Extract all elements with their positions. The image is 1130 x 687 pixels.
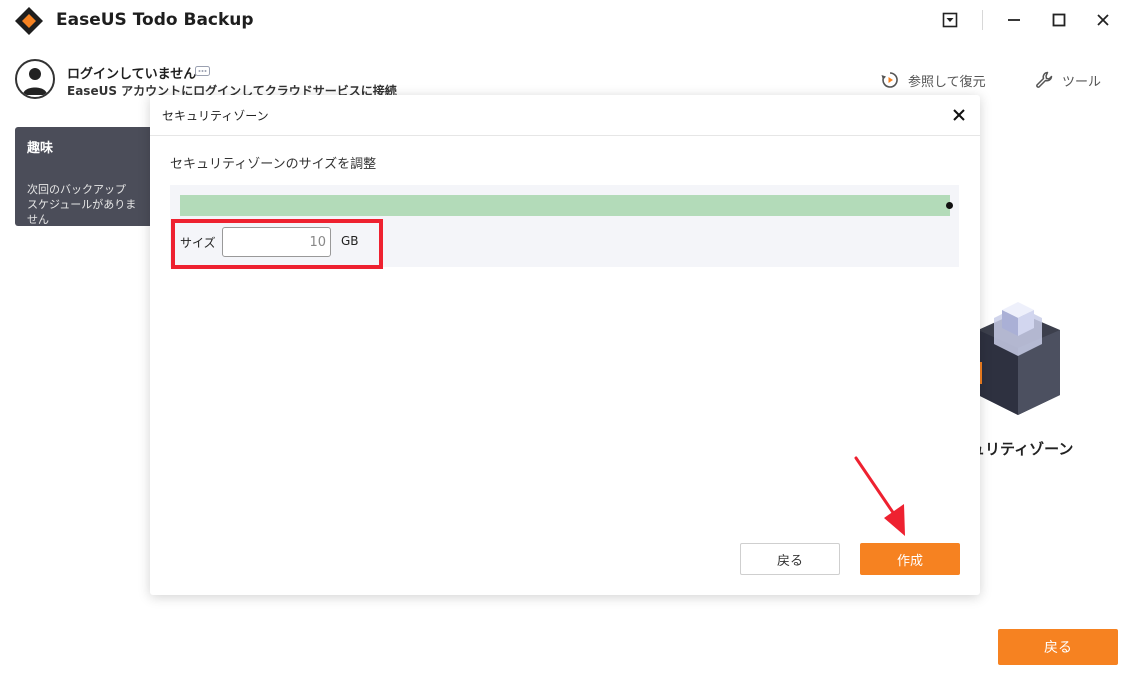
restore-icon (881, 72, 898, 88)
close-icon (1097, 14, 1109, 26)
size-slider-track[interactable] (180, 195, 950, 216)
backup-task-card[interactable]: 趣味 次回のバックアップ スケジュールがありません (15, 127, 155, 226)
create-button[interactable]: 作成 (860, 543, 960, 575)
size-slider-handle[interactable] (946, 202, 953, 209)
browse-restore-label: 参照して復元 (908, 74, 986, 90)
title-separator (982, 10, 983, 30)
login-status[interactable]: ログインしていません (67, 63, 196, 82)
schedule-line-2: スケジュールがありません (27, 198, 137, 226)
avatar[interactable] (15, 59, 55, 99)
user-icon (23, 68, 47, 95)
browse-restore-button[interactable]: 参照して復元 (880, 70, 986, 90)
close-window-button[interactable] (1091, 8, 1115, 32)
menu-dropdown-button[interactable] (938, 8, 962, 32)
dialog-header: セキュリティゾーン (150, 95, 980, 136)
dialog-back-button[interactable]: 戻る (740, 543, 840, 575)
dropdown-icon (942, 12, 958, 28)
maximize-icon (1052, 13, 1066, 27)
annotation-arrow-icon (854, 456, 905, 536)
minimize-icon (1008, 19, 1020, 21)
schedule-line-1: 次回のバックアップ (27, 183, 126, 196)
security-zone-icon (973, 302, 1060, 415)
maximize-button[interactable] (1047, 8, 1071, 32)
tools-button[interactable]: ツール (1034, 70, 1101, 90)
app-title: EaseUS Todo Backup (56, 10, 254, 30)
tools-label: ツール (1062, 74, 1102, 90)
backup-task-title: 趣味 (27, 141, 54, 156)
security-zone-bg-label: ュリティゾーン (970, 440, 1074, 458)
backup-schedule-status: 次回のバックアップ スケジュールがありません (27, 182, 143, 227)
background-back-button[interactable]: 戻る (998, 629, 1118, 665)
chat-icon[interactable] (195, 66, 210, 78)
dialog-subtitle: セキュリティゾーンのサイズを調整 (170, 157, 377, 172)
dialog-close-icon[interactable] (950, 106, 968, 124)
title-bar: EaseUS Todo Backup (0, 0, 1130, 40)
size-highlight-box (171, 219, 383, 269)
dialog-title: セキュリティゾーン (162, 109, 269, 123)
wrench-icon (1036, 71, 1053, 88)
easeus-logo-icon (15, 7, 43, 35)
minimize-button[interactable] (1002, 8, 1026, 32)
